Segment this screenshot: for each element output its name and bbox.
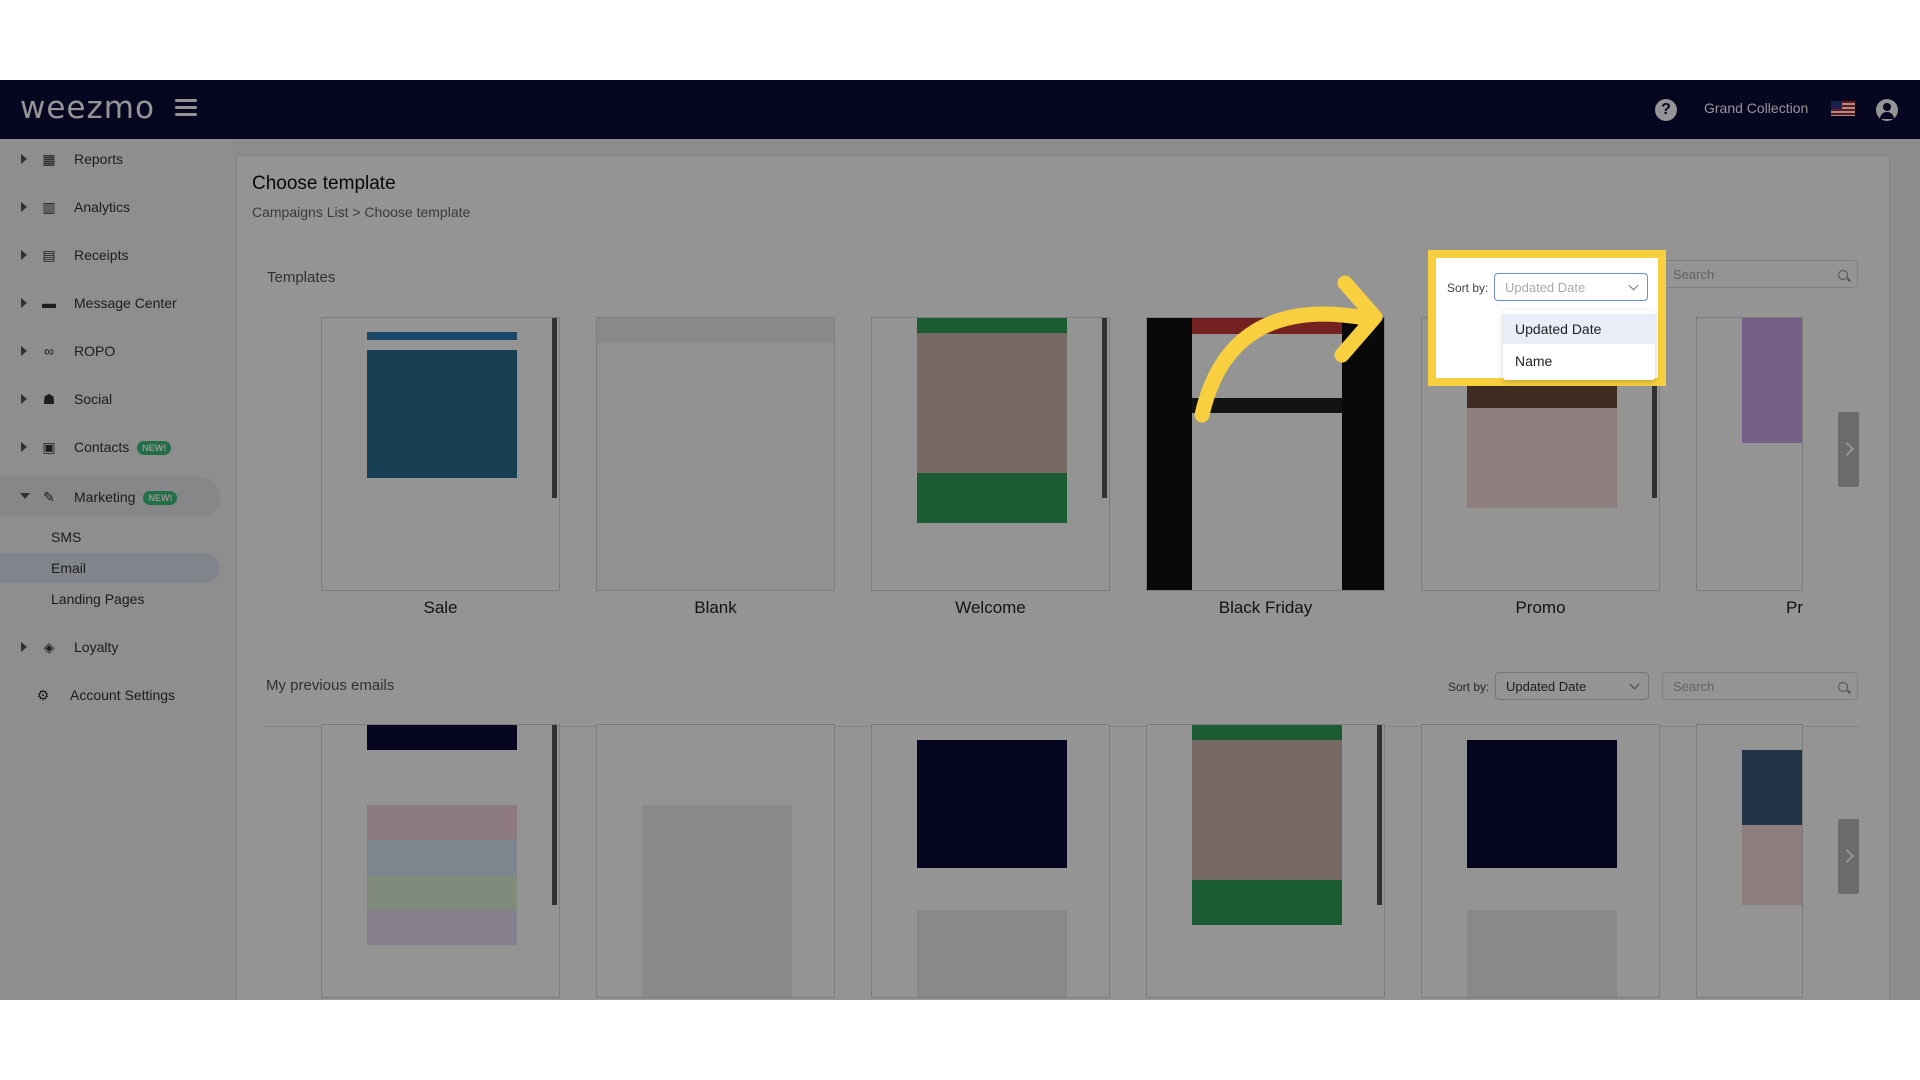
chevron-down-icon (1628, 280, 1639, 291)
sort-dropdown-menu: Updated Date Name (1503, 310, 1655, 380)
sort-option-updated-date[interactable]: Updated Date (1503, 314, 1655, 344)
dim-overlay (0, 80, 1920, 1000)
sort-option-name[interactable]: Name (1503, 346, 1655, 376)
option-label: Updated Date (1515, 321, 1602, 337)
app-frame: weezmo ? Grand Collection ▦ Reports ▥ An… (0, 80, 1920, 1000)
templates-sort-select[interactable]: Updated Date (1494, 273, 1648, 301)
sort-highlight-box: Sort by: Updated Date Updated Date Name (1428, 250, 1666, 386)
sort-label: Sort by: (1447, 281, 1489, 295)
sort-value: Updated Date (1505, 280, 1586, 295)
option-label: Name (1515, 353, 1553, 369)
